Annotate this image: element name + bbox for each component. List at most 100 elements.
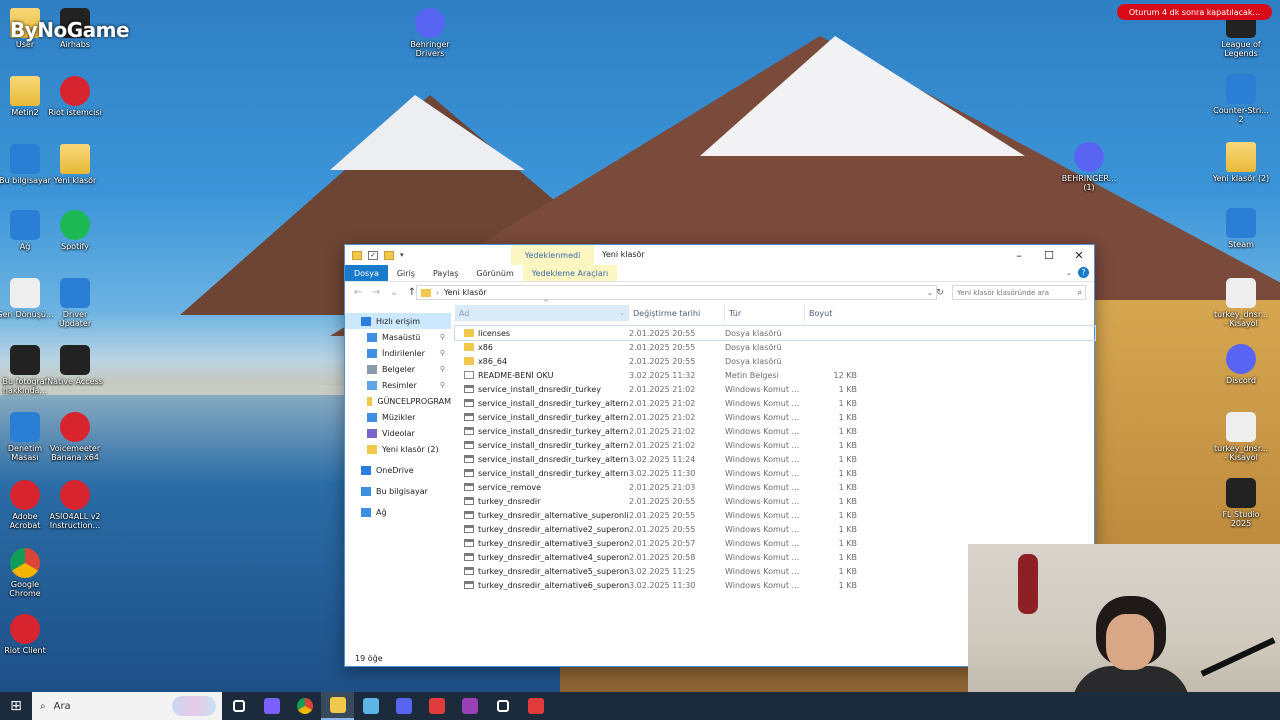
desktop-icon-left-16[interactable]: Google Chrome: [0, 548, 54, 598]
desktop-icon-left-13[interactable]: Voicemeeter Banana x64: [46, 412, 104, 462]
column-header-size[interactable]: Boyut: [805, 305, 857, 321]
recent-chevron-icon[interactable]: ⌄: [387, 287, 401, 298]
title-bar[interactable]: ✓ ▾ Yedeklenmedi Yeni klasör – ☐ ✕: [345, 245, 1094, 265]
pin-icon[interactable]: ⚲: [440, 381, 445, 389]
taskbar-item-discord[interactable]: [387, 692, 420, 720]
maximize-button[interactable]: ☐: [1034, 245, 1064, 265]
file-row[interactable]: licenses 2.01.2025 20:55 Dosya klasörü: [454, 325, 1096, 341]
file-row[interactable]: service_remove 2.01.2025 21:03 Windows Kom…: [455, 480, 1095, 494]
desktop-icon-left-17[interactable]: Riot Client: [0, 614, 54, 655]
pin-icon[interactable]: ⚲: [440, 333, 445, 341]
file-row[interactable]: service_install_dnsredir_turkey_alternat…: [455, 438, 1095, 452]
expand-ribbon-icon[interactable]: ⌄: [1066, 269, 1072, 277]
desktop-icon-middle-0[interactable]: Behringer Drivers: [401, 8, 459, 58]
file-date: 2.01.2025 20:55: [629, 356, 696, 366]
search-icon[interactable]: ⌕: [1078, 288, 1082, 298]
chevron-down-icon[interactable]: ▾: [400, 251, 408, 260]
address-path[interactable]: Yeni klasör: [444, 288, 487, 297]
taskbar-item-video-recorder[interactable]: [420, 692, 453, 720]
properties-icon[interactable]: ✓: [368, 250, 378, 260]
desktop-icon-left-15[interactable]: ASIO4ALL v2 Instruction...: [46, 480, 104, 530]
refresh-icon[interactable]: ↻: [933, 285, 947, 300]
nav-item-1[interactable]: Masaüstü ⚲: [345, 329, 451, 345]
taskbar-search[interactable]: ⌕ Ara: [32, 692, 222, 720]
video-icon: [367, 428, 377, 438]
column-header-date[interactable]: Değiştirme tarihi: [629, 305, 725, 321]
file-row[interactable]: service_install_dnsredir_turkey_alternat…: [455, 410, 1095, 424]
desktop-icon-right-5[interactable]: turkey_dnsr... - Kısayol: [1212, 278, 1270, 328]
nav-item-label: Masaüstü: [382, 332, 421, 342]
desktop-icon-left-5[interactable]: Yeni klasör: [46, 144, 104, 185]
desktop-icon-right-8[interactable]: FL Studio 2025: [1212, 478, 1270, 528]
taskbar-item-copilot[interactable]: [255, 692, 288, 720]
desktop-icon-right-4[interactable]: Steam: [1212, 208, 1270, 249]
nav-item-9[interactable]: OneDrive: [345, 462, 451, 478]
desktop-icon-left-3[interactable]: Riot istemcisi: [46, 76, 104, 117]
desktop-icon-left-9[interactable]: Driver Updater: [46, 278, 104, 328]
minimize-button[interactable]: –: [1004, 245, 1034, 265]
tab-giris[interactable]: Giriş: [388, 265, 424, 281]
pin-icon[interactable]: ⚲: [440, 365, 445, 373]
nav-item-5[interactable]: GÜNCELPROGRAM: [345, 393, 451, 409]
file-row[interactable]: service_install_dnsredir_turkey_alternat…: [455, 396, 1095, 410]
help-icon[interactable]: ?: [1078, 267, 1089, 278]
nav-item-11[interactable]: Ağ: [345, 504, 451, 520]
file-name: x86_64: [478, 356, 508, 366]
taskbar-item-task-view[interactable]: [222, 692, 255, 720]
nav-item-10[interactable]: Bu bilgisayar: [345, 483, 451, 499]
pin-icon[interactable]: ⚲: [440, 349, 445, 357]
file-size: 1 KB: [838, 510, 857, 520]
file-row[interactable]: turkey_dnsredir_alternative2_superonline…: [455, 522, 1095, 536]
back-arrow-icon[interactable]: ←: [351, 287, 365, 298]
desktop-icon-right-2[interactable]: BEHRINGER... (1): [1060, 142, 1118, 192]
taskbar-item-chrome[interactable]: [288, 692, 321, 720]
file-row[interactable]: service_install_dnsredir_turkey_alternat…: [455, 452, 1095, 466]
desktop-icon-right-7[interactable]: turkey_dnsr... - Kısayol: [1212, 412, 1270, 462]
search-highlight-image[interactable]: [172, 696, 216, 716]
taskbar-item-media-app[interactable]: [519, 692, 552, 720]
windows-start-icon[interactable]: ⊞: [0, 692, 32, 720]
taskbar-item-winrar[interactable]: [453, 692, 486, 720]
taskbar-item-settings[interactable]: [486, 692, 519, 720]
file-date: 2.01.2025 21:02: [629, 398, 696, 408]
desktop-icon-right-3[interactable]: Yeni klasör (2): [1212, 142, 1270, 183]
tab-gorunum[interactable]: Görünüm: [467, 265, 522, 281]
nav-item-6[interactable]: Müzikler: [345, 409, 451, 425]
chevron-right-icon[interactable]: ›: [436, 289, 439, 297]
new-folder-icon[interactable]: [384, 250, 394, 260]
file-row[interactable]: service_install_dnsredir_turkey_alternat…: [455, 424, 1095, 438]
column-header-name[interactable]: Ad ⌄: [455, 305, 629, 321]
taskbar-item-file-explorer[interactable]: [321, 692, 354, 720]
folder-icon: [464, 343, 474, 351]
close-button[interactable]: ✕: [1064, 245, 1094, 265]
nav-item-4[interactable]: Resimler ⚲: [345, 377, 451, 393]
file-row[interactable]: service_install_dnsredir_turkey 2.01.2025…: [455, 382, 1095, 396]
forward-arrow-icon[interactable]: →: [369, 287, 383, 298]
desktop-icon-left-11[interactable]: Native Access: [46, 345, 104, 386]
column-header-type[interactable]: Tür: [725, 305, 805, 321]
nav-item-7[interactable]: Videolar: [345, 425, 451, 441]
nav-item-label: Hızlı erişim: [376, 316, 421, 326]
tab-dosya[interactable]: Dosya: [345, 265, 388, 281]
desktop-icon-right-6[interactable]: Discord: [1212, 344, 1270, 385]
file-name: turkey_dnsredir_alternative4_superonline: [478, 552, 629, 562]
address-bar[interactable]: › Yeni klasör ⌄: [416, 285, 937, 300]
nav-item-0[interactable]: Hızlı erişim: [345, 313, 451, 329]
taskbar-item-vpn[interactable]: [354, 692, 387, 720]
tab-paylas[interactable]: Paylaş: [424, 265, 467, 281]
search-input[interactable]: Yeni klasör klasöründe ara ⌕: [952, 285, 1086, 300]
tab-yedekleme-araclari[interactable]: Yedekleme Araçları: [522, 265, 618, 281]
file-row[interactable]: turkey_dnsredir_alternative_superonline 2…: [455, 508, 1095, 522]
desktop-icon-left-7[interactable]: Spotify: [46, 210, 104, 251]
file-row[interactable]: service_install_dnsredir_turkey_alternat…: [455, 466, 1095, 480]
file-row[interactable]: turkey_dnsredir 2.01.2025 20:55 Windows Ko…: [455, 494, 1095, 508]
nav-item-3[interactable]: Belgeler ⚲: [345, 361, 451, 377]
nav-item-2[interactable]: İndirilenler ⚲: [345, 345, 451, 361]
folder-icon: [421, 288, 431, 297]
file-row[interactable]: x86_64 2.01.2025 20:55 Dosya klasörü: [455, 354, 1095, 368]
nav-item-8[interactable]: Yeni klasör (2): [345, 441, 451, 457]
chevron-down-icon[interactable]: ⌄: [619, 309, 625, 317]
file-row[interactable]: x86 2.01.2025 20:55 Dosya klasörü: [455, 340, 1095, 354]
desktop-icon-right-1[interactable]: Counter-Stri... 2: [1212, 74, 1270, 124]
file-row[interactable]: README-BENİ OKU 3.02.2025 11:32 Metin Belg…: [455, 368, 1095, 382]
